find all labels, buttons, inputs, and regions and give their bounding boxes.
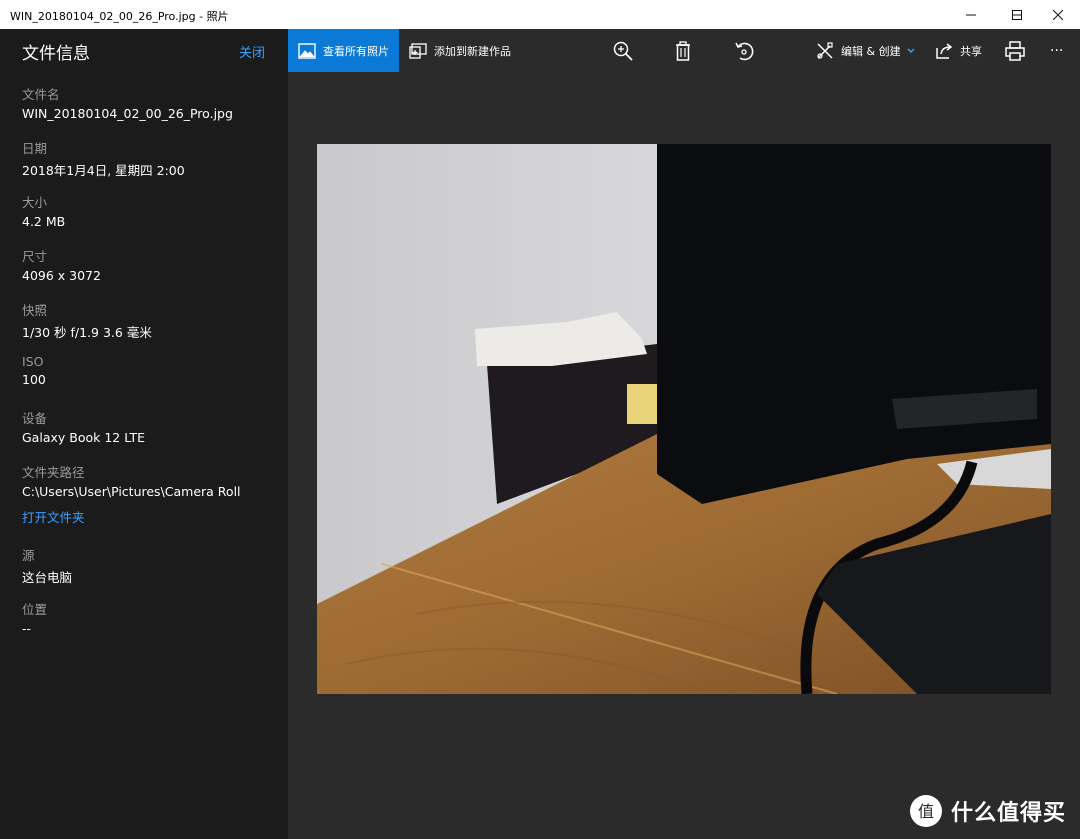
field-size: 大小 4.2 MB <box>22 192 65 229</box>
field-value: 这台电脑 <box>22 570 73 585</box>
field-filename: 文件名 WIN_20180104_02_00_26_Pro.jpg <box>22 84 233 121</box>
view-all-photos-button[interactable]: 查看所有照片 <box>288 29 399 72</box>
watermark-logo: 值 <box>910 795 942 827</box>
toolbar: 查看所有照片 添加到新建作品 编辑 & 创建 共享 ··· <box>288 29 1080 72</box>
rotate-button[interactable] <box>732 39 756 63</box>
field-label: 文件夹路径 <box>22 465 85 480</box>
field-value: 1/30 秒 f/1.9 3.6 毫米 <box>22 325 152 340</box>
field-label: 位置 <box>22 602 48 617</box>
file-info-panel: 文件信息 关闭 文件名 WIN_20180104_02_00_26_Pro.jp… <box>0 29 288 839</box>
edit-create-button[interactable]: 编辑 & 创建 <box>815 29 916 72</box>
field-value: 4096 x 3072 <box>22 268 101 283</box>
maximize-button[interactable] <box>994 0 1040 29</box>
field-source: 源 这台电脑 <box>22 545 72 586</box>
add-to-creation-button[interactable]: 添加到新建作品 <box>409 29 511 72</box>
field-date: 日期 2018年1月4日, 星期四 2:00 <box>22 138 185 179</box>
field-value: 4.2 MB <box>22 214 66 229</box>
zoom-icon <box>613 41 633 61</box>
field-exposure: 快照 1/30 秒 f/1.9 3.6 毫米 <box>22 300 152 341</box>
edit-create-label: 编辑 & 创建 <box>841 44 901 58</box>
delete-button[interactable] <box>671 39 695 63</box>
close-button[interactable] <box>1036 0 1080 29</box>
more-icon: ··· <box>1050 42 1064 59</box>
maximize-icon <box>1012 9 1022 20</box>
minimize-button-2[interactable] <box>948 0 994 29</box>
share-button[interactable]: 共享 <box>934 29 982 72</box>
field-label: 大小 <box>22 195 48 210</box>
field-location: 位置 -- <box>22 599 47 636</box>
field-value: 2018年1月4日, 星期四 2:00 <box>22 163 185 178</box>
title-bar: WIN_20180104_02_00_26_Pro.jpg - 照片 — ☐ ✕ <box>0 0 1080 29</box>
add-to-creation-label: 添加到新建作品 <box>434 44 511 58</box>
zoom-button[interactable] <box>611 39 635 63</box>
field-value: -- <box>22 621 32 636</box>
view-all-photos-label: 查看所有照片 <box>323 44 389 58</box>
field-label: 快照 <box>22 303 48 318</box>
add-to-creation-icon <box>409 42 427 59</box>
more-button[interactable]: ··· <box>1050 29 1063 72</box>
share-icon <box>936 42 953 59</box>
field-folder-path: 文件夹路径 C:\Users\User\Pictures\Camera Roll… <box>22 462 241 526</box>
watermark-logo-glyph: 值 <box>918 802 934 821</box>
print-icon <box>1005 41 1025 61</box>
photo-icon <box>298 42 316 59</box>
field-value: Galaxy Book 12 LTE <box>22 430 145 445</box>
field-iso: ISO 100 <box>22 354 46 387</box>
close-panel-link[interactable]: 关闭 <box>239 42 265 61</box>
field-label: 文件名 <box>22 87 60 102</box>
field-label: 日期 <box>22 141 48 156</box>
delete-icon <box>676 41 690 61</box>
chevron-down-icon <box>907 47 915 53</box>
field-label: 尺寸 <box>22 249 48 264</box>
field-label: 源 <box>22 548 35 563</box>
field-value: C:\Users\User\Pictures\Camera Roll <box>22 484 241 499</box>
open-folder-link[interactable]: 打开文件夹 <box>22 507 241 526</box>
field-device: 设备 Galaxy Book 12 LTE <box>22 408 145 445</box>
panel-title: 文件信息 <box>22 44 90 64</box>
window-title: WIN_20180104_02_00_26_Pro.jpg - 照片 <box>10 10 229 23</box>
photo-scene <box>317 144 1051 694</box>
field-dimensions: 尺寸 4096 x 3072 <box>22 246 101 283</box>
photo-image[interactable] <box>317 144 1051 694</box>
share-label: 共享 <box>960 44 982 58</box>
rotate-icon <box>735 42 754 61</box>
minimize-icon <box>966 14 976 15</box>
watermark: 值 什么值得买 <box>909 794 1066 828</box>
field-label: 设备 <box>22 411 48 426</box>
close-icon <box>1053 9 1063 20</box>
edit-icon <box>817 41 833 59</box>
field-label: ISO <box>22 354 44 369</box>
print-button[interactable] <box>1003 39 1027 63</box>
watermark-text: 什么值得买 <box>951 801 1067 826</box>
field-value: 100 <box>22 372 46 387</box>
photo-viewer <box>288 72 1080 839</box>
field-value: WIN_20180104_02_00_26_Pro.jpg <box>22 106 233 121</box>
